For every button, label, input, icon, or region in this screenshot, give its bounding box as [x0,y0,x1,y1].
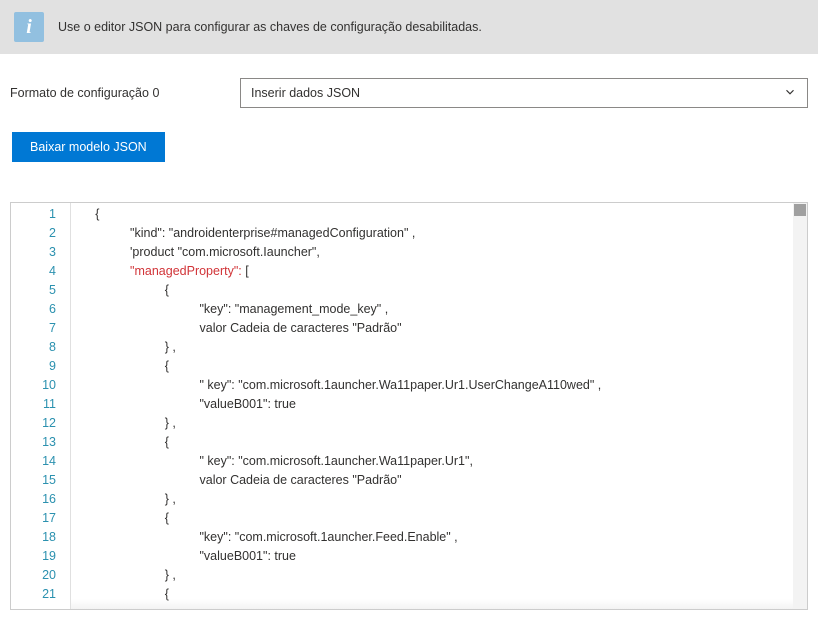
line-number: 4 [11,262,70,281]
line-number-gutter: 123456789101112131415161718192021 [11,203,71,609]
code-line[interactable]: " key": "com.microsoft.1auncher.Wa11pape… [71,376,793,395]
line-number: 9 [11,357,70,376]
line-number: 20 [11,566,70,585]
code-area[interactable]: { "kind": "androidenterprise#managedConf… [71,203,793,609]
line-number: 14 [11,452,70,471]
line-number: 13 [11,433,70,452]
info-banner: i Use o editor JSON para configurar as c… [0,0,818,54]
line-number: 6 [11,300,70,319]
config-format-row: Formato de configuração 0 Inserir dados … [0,54,818,126]
config-format-select[interactable]: Inserir dados JSON [240,78,808,108]
scroll-position-marker [794,204,806,216]
line-number: 21 [11,585,70,604]
json-editor[interactable]: 123456789101112131415161718192021 { "kin… [10,202,808,610]
code-line[interactable]: } , [71,490,793,509]
line-number: 16 [11,490,70,509]
config-format-label: Formato de configuração 0 [10,86,210,100]
chevron-down-icon [783,85,797,102]
code-line[interactable]: 'product "com.microsoft.Iauncher", [71,243,793,262]
line-number: 1 [11,205,70,224]
code-line[interactable]: valor Cadeia de caracteres "Padrão" [71,319,793,338]
line-number: 18 [11,528,70,547]
code-line[interactable]: "valueB001": true [71,547,793,566]
code-line[interactable]: "managedProperty": [ [71,262,793,281]
line-number: 8 [11,338,70,357]
info-icon: i [14,12,44,42]
line-number: 7 [11,319,70,338]
select-value: Inserir dados JSON [251,86,360,100]
info-banner-text: Use o editor JSON para configurar as cha… [58,20,482,34]
code-line[interactable]: "valueB001": true [71,395,793,414]
code-line[interactable]: } , [71,566,793,585]
code-line[interactable]: { [71,433,793,452]
line-number: 11 [11,395,70,414]
code-line[interactable]: { [71,205,793,224]
code-line[interactable]: " key": "com.microsoft.1auncher.Wa11pape… [71,452,793,471]
code-line[interactable]: { [71,281,793,300]
line-number: 3 [11,243,70,262]
vertical-scrollbar[interactable] [793,203,807,609]
line-number: 19 [11,547,70,566]
horizontal-scrollbar[interactable] [71,599,793,609]
line-number: 15 [11,471,70,490]
code-line[interactable]: } , [71,414,793,433]
code-line[interactable]: "key": "com.microsoft.1auncher.Feed.Enab… [71,528,793,547]
line-number: 2 [11,224,70,243]
code-line[interactable]: "key": "management_mode_key" , [71,300,793,319]
code-line[interactable]: { [71,357,793,376]
line-number: 17 [11,509,70,528]
line-number: 10 [11,376,70,395]
code-line[interactable]: { [71,509,793,528]
download-json-template-button[interactable]: Baixar modelo JSON [12,132,165,162]
line-number: 12 [11,414,70,433]
code-line[interactable]: valor Cadeia de caracteres "Padrão" [71,471,793,490]
code-line[interactable]: } , [71,338,793,357]
line-number: 5 [11,281,70,300]
code-line[interactable]: "kind": "androidenterprise#managedConfig… [71,224,793,243]
